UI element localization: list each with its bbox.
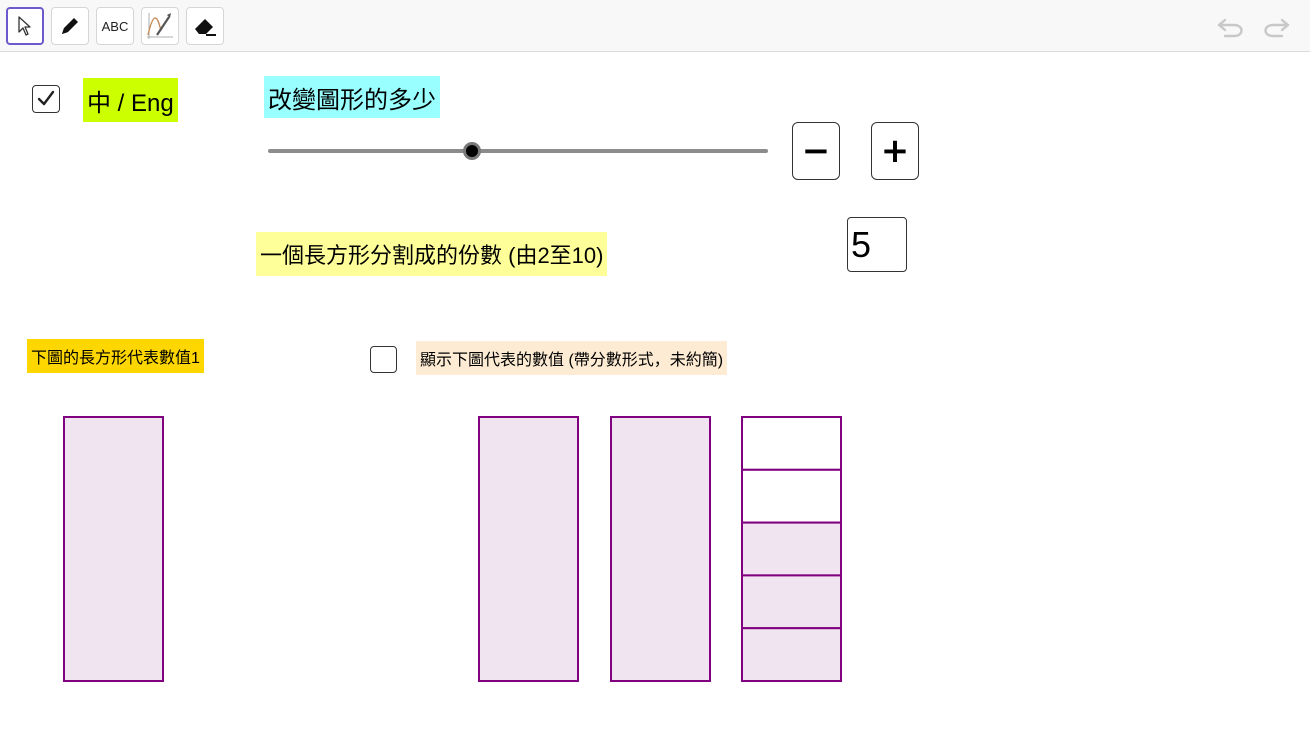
text-icon: ABC [101, 18, 129, 34]
graphics-canvas: 中 / Eng 改變圖形的多少 − + 一個長方形分割成的份數 (由2至10) … [0, 53, 1310, 730]
eraser-icon [195, 19, 216, 36]
pen-icon [62, 18, 78, 34]
function-inspector-icon [147, 13, 173, 39]
fraction-figure [63, 416, 842, 683]
toolbar: ABC [0, 0, 1310, 52]
move-tool-button[interactable] [6, 7, 44, 45]
pen-tool-button[interactable] [51, 7, 89, 45]
shaded-part [741, 521, 842, 577]
shaded-part [741, 627, 842, 683]
function-tool-button[interactable] [141, 7, 179, 45]
undo-button[interactable] [1214, 12, 1246, 42]
undo-icon [1217, 18, 1243, 38]
shaded-part [741, 574, 842, 630]
text-tool-button[interactable]: ABC [96, 7, 134, 45]
empty-part [741, 416, 842, 471]
unit-rectangle [63, 416, 164, 682]
eraser-tool-button[interactable] [186, 7, 224, 45]
redo-button[interactable] [1261, 12, 1293, 42]
whole-rectangle [610, 416, 711, 682]
whole-rectangle [478, 416, 579, 682]
arrow-pointer-icon [18, 16, 31, 36]
empty-part [741, 468, 842, 524]
redo-icon [1264, 18, 1290, 38]
